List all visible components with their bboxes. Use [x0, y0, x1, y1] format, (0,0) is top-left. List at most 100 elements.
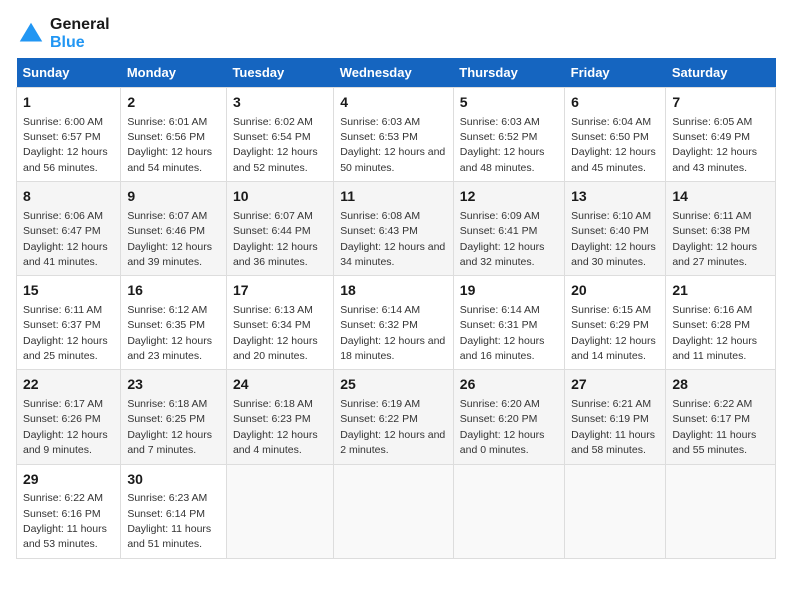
sunrise-info: Sunrise: 6:16 AM	[672, 304, 752, 316]
daylight-info: Daylight: 12 hours and 7 minutes.	[127, 429, 212, 456]
calendar-cell	[453, 464, 564, 558]
calendar-cell: 15 Sunrise: 6:11 AM Sunset: 6:37 PM Dayl…	[17, 276, 121, 370]
calendar-cell: 14 Sunrise: 6:11 AM Sunset: 6:38 PM Dayl…	[666, 182, 776, 276]
weekday-header-tuesday: Tuesday	[226, 58, 333, 88]
weekday-header-sunday: Sunday	[17, 58, 121, 88]
sunrise-info: Sunrise: 6:00 AM	[23, 116, 103, 128]
day-number: 16	[127, 281, 220, 301]
sunset-info: Sunset: 6:44 PM	[233, 225, 311, 237]
calendar-cell: 10 Sunrise: 6:07 AM Sunset: 6:44 PM Dayl…	[226, 182, 333, 276]
daylight-info: Daylight: 12 hours and 18 minutes.	[340, 335, 445, 362]
day-number: 5	[460, 93, 558, 113]
sunset-info: Sunset: 6:14 PM	[127, 508, 205, 520]
day-number: 13	[571, 187, 659, 207]
day-number: 24	[233, 375, 327, 395]
calendar-body: 1 Sunrise: 6:00 AM Sunset: 6:57 PM Dayli…	[17, 88, 776, 559]
sunrise-info: Sunrise: 6:18 AM	[233, 398, 313, 410]
sunrise-info: Sunrise: 6:03 AM	[340, 116, 420, 128]
day-number: 17	[233, 281, 327, 301]
sunset-info: Sunset: 6:53 PM	[340, 131, 418, 143]
calendar-header: SundayMondayTuesdayWednesdayThursdayFrid…	[17, 58, 776, 88]
calendar-cell: 9 Sunrise: 6:07 AM Sunset: 6:46 PM Dayli…	[121, 182, 227, 276]
day-number: 4	[340, 93, 447, 113]
sunset-info: Sunset: 6:31 PM	[460, 319, 538, 331]
daylight-info: Daylight: 12 hours and 56 minutes.	[23, 146, 108, 173]
sunset-info: Sunset: 6:49 PM	[672, 131, 750, 143]
daylight-info: Daylight: 11 hours and 55 minutes.	[672, 429, 756, 456]
sunrise-info: Sunrise: 6:11 AM	[672, 210, 751, 222]
daylight-info: Daylight: 12 hours and 0 minutes.	[460, 429, 545, 456]
day-number: 11	[340, 187, 447, 207]
calendar-cell: 19 Sunrise: 6:14 AM Sunset: 6:31 PM Dayl…	[453, 276, 564, 370]
sunset-info: Sunset: 6:57 PM	[23, 131, 101, 143]
calendar-cell: 13 Sunrise: 6:10 AM Sunset: 6:40 PM Dayl…	[565, 182, 666, 276]
sunrise-info: Sunrise: 6:07 AM	[233, 210, 313, 222]
calendar-cell: 30 Sunrise: 6:23 AM Sunset: 6:14 PM Dayl…	[121, 464, 227, 558]
daylight-info: Daylight: 11 hours and 58 minutes.	[571, 429, 655, 456]
calendar-week-row: 1 Sunrise: 6:00 AM Sunset: 6:57 PM Dayli…	[17, 88, 776, 182]
calendar-week-row: 29 Sunrise: 6:22 AM Sunset: 6:16 PM Dayl…	[17, 464, 776, 558]
sunset-info: Sunset: 6:16 PM	[23, 508, 101, 520]
day-number: 19	[460, 281, 558, 301]
calendar-cell	[226, 464, 333, 558]
calendar-cell: 28 Sunrise: 6:22 AM Sunset: 6:17 PM Dayl…	[666, 370, 776, 464]
daylight-info: Daylight: 12 hours and 54 minutes.	[127, 146, 212, 173]
daylight-info: Daylight: 12 hours and 39 minutes.	[127, 241, 212, 268]
day-number: 3	[233, 93, 327, 113]
sunset-info: Sunset: 6:26 PM	[23, 413, 101, 425]
calendar-cell: 29 Sunrise: 6:22 AM Sunset: 6:16 PM Dayl…	[17, 464, 121, 558]
daylight-info: Daylight: 12 hours and 9 minutes.	[23, 429, 108, 456]
sunrise-info: Sunrise: 6:01 AM	[127, 116, 207, 128]
day-number: 7	[672, 93, 769, 113]
daylight-info: Daylight: 12 hours and 43 minutes.	[672, 146, 757, 173]
sunrise-info: Sunrise: 6:08 AM	[340, 210, 420, 222]
sunrise-info: Sunrise: 6:19 AM	[340, 398, 420, 410]
calendar-cell: 8 Sunrise: 6:06 AM Sunset: 6:47 PM Dayli…	[17, 182, 121, 276]
weekday-header-wednesday: Wednesday	[334, 58, 454, 88]
sunset-info: Sunset: 6:43 PM	[340, 225, 418, 237]
sunrise-info: Sunrise: 6:21 AM	[571, 398, 651, 410]
day-number: 6	[571, 93, 659, 113]
sunset-info: Sunset: 6:54 PM	[233, 131, 311, 143]
calendar-cell: 25 Sunrise: 6:19 AM Sunset: 6:22 PM Dayl…	[334, 370, 454, 464]
sunrise-info: Sunrise: 6:14 AM	[460, 304, 540, 316]
sunset-info: Sunset: 6:35 PM	[127, 319, 205, 331]
calendar-cell: 5 Sunrise: 6:03 AM Sunset: 6:52 PM Dayli…	[453, 88, 564, 182]
sunrise-info: Sunrise: 6:23 AM	[127, 492, 207, 504]
sunrise-info: Sunrise: 6:02 AM	[233, 116, 313, 128]
sunrise-info: Sunrise: 6:07 AM	[127, 210, 207, 222]
calendar-cell	[666, 464, 776, 558]
weekday-header-monday: Monday	[121, 58, 227, 88]
daylight-info: Daylight: 12 hours and 11 minutes.	[672, 335, 757, 362]
sunset-info: Sunset: 6:22 PM	[340, 413, 418, 425]
day-number: 27	[571, 375, 659, 395]
weekday-header-friday: Friday	[565, 58, 666, 88]
calendar-cell: 20 Sunrise: 6:15 AM Sunset: 6:29 PM Dayl…	[565, 276, 666, 370]
sunset-info: Sunset: 6:56 PM	[127, 131, 205, 143]
header: General Blue	[16, 16, 776, 52]
weekday-header-row: SundayMondayTuesdayWednesdayThursdayFrid…	[17, 58, 776, 88]
calendar-week-row: 15 Sunrise: 6:11 AM Sunset: 6:37 PM Dayl…	[17, 276, 776, 370]
day-number: 30	[127, 470, 220, 490]
daylight-info: Daylight: 12 hours and 34 minutes.	[340, 241, 445, 268]
calendar-cell: 1 Sunrise: 6:00 AM Sunset: 6:57 PM Dayli…	[17, 88, 121, 182]
logo-icon	[16, 19, 46, 49]
daylight-info: Daylight: 12 hours and 14 minutes.	[571, 335, 656, 362]
sunrise-info: Sunrise: 6:05 AM	[672, 116, 752, 128]
calendar-cell: 11 Sunrise: 6:08 AM Sunset: 6:43 PM Dayl…	[334, 182, 454, 276]
calendar-cell	[334, 464, 454, 558]
sunrise-info: Sunrise: 6:06 AM	[23, 210, 103, 222]
sunset-info: Sunset: 6:50 PM	[571, 131, 649, 143]
daylight-info: Daylight: 12 hours and 2 minutes.	[340, 429, 445, 456]
sunrise-info: Sunrise: 6:15 AM	[571, 304, 651, 316]
day-number: 12	[460, 187, 558, 207]
sunset-info: Sunset: 6:37 PM	[23, 319, 101, 331]
sunset-info: Sunset: 6:20 PM	[460, 413, 538, 425]
day-number: 15	[23, 281, 114, 301]
day-number: 8	[23, 187, 114, 207]
calendar-cell: 2 Sunrise: 6:01 AM Sunset: 6:56 PM Dayli…	[121, 88, 227, 182]
weekday-header-saturday: Saturday	[666, 58, 776, 88]
sunset-info: Sunset: 6:46 PM	[127, 225, 205, 237]
daylight-info: Daylight: 12 hours and 52 minutes.	[233, 146, 318, 173]
sunrise-info: Sunrise: 6:13 AM	[233, 304, 313, 316]
